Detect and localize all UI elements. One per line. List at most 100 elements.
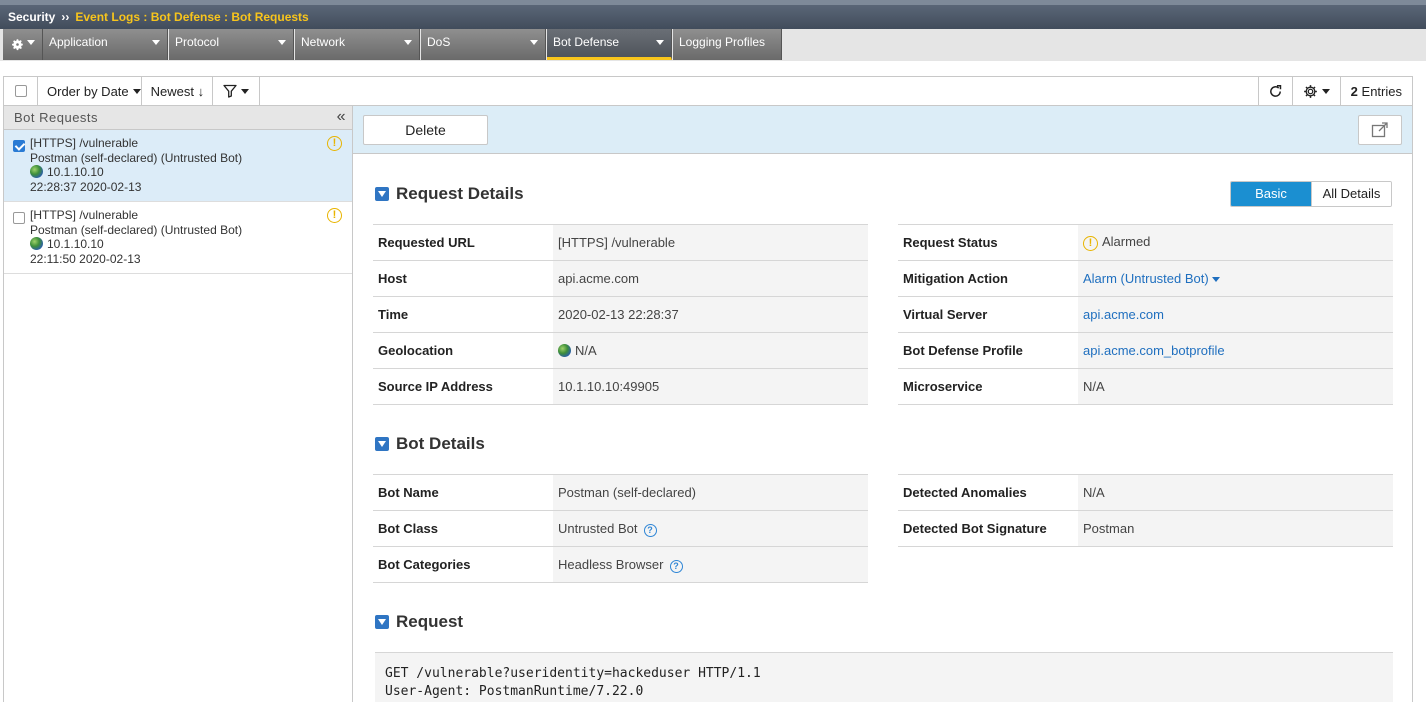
bot-defense-profile-link[interactable]: api.acme.com_botprofile: [1083, 343, 1225, 358]
help-icon[interactable]: ?: [669, 559, 683, 573]
bot-details-header[interactable]: Bot Details: [375, 434, 485, 454]
request-ip-row: 10.1.10.10: [30, 165, 352, 180]
breadcrumb-separator: ››: [61, 10, 70, 24]
settings-menu-button[interactable]: [1293, 77, 1341, 105]
field-label: Requested URL: [373, 224, 553, 261]
table-row: Time 2020-02-13 22:28:37: [373, 296, 868, 333]
field-label: Detected Anomalies: [898, 474, 1078, 511]
request-details-header[interactable]: Request Details: [375, 184, 524, 204]
basic-toggle-button[interactable]: Basic: [1231, 182, 1311, 206]
request-ip: 10.1.10.10: [47, 165, 104, 179]
tab-gear-menu[interactable]: [3, 29, 43, 60]
list-item[interactable]: ! [HTTPS] /vulnerable Postman (self-decl…: [4, 202, 352, 274]
table-row: Request Status! Alarmed: [898, 224, 1393, 261]
tab-application[interactable]: Application: [43, 29, 168, 60]
filter-icon: [223, 84, 237, 98]
chevron-down-icon: [530, 40, 538, 45]
table-row: Mitigation Action Alarm (Untrusted Bot): [898, 260, 1393, 297]
warning-icon: !: [1083, 236, 1098, 251]
field-label: Bot Categories: [373, 546, 553, 583]
field-label: Mitigation Action: [898, 260, 1078, 297]
raw-request-line: User-Agent: PostmanRuntime/7.22.0: [385, 684, 644, 699]
bot-details-table-right: Detected Anomalies N/A Detected Bot Signa…: [898, 474, 1393, 547]
collapse-triangle-icon: [375, 437, 389, 451]
collapse-panel-icon[interactable]: «: [337, 108, 346, 126]
mitigation-action-dropdown[interactable]: Alarm (Untrusted Bot): [1083, 271, 1220, 286]
field-label: Time: [373, 296, 553, 333]
request-time: 22:11:50 2020-02-13: [30, 251, 141, 266]
open-in-new-window-button[interactable]: [1358, 115, 1402, 145]
chevron-down-icon: [404, 40, 412, 45]
breadcrumb-path: Event Logs : Bot Defense : Bot Requests: [75, 10, 309, 24]
refresh-icon: [1269, 84, 1281, 97]
raw-request-line: GET /vulnerable?useridentity=hackeduser …: [385, 666, 761, 681]
request-detail-panel: Delete Request Details Basic All Details…: [353, 106, 1413, 702]
detail-action-bar: Delete: [353, 106, 1412, 154]
field-value: api.acme.com: [553, 260, 868, 297]
breadcrumb: Security ›› Event Logs : Bot Defense : B…: [0, 0, 1426, 29]
field-value: Alarm (Untrusted Bot): [1078, 260, 1393, 297]
field-value: [HTTPS] /vulnerable: [553, 224, 868, 261]
requested-url-value: [HTTPS] /vulnerable: [558, 235, 676, 250]
sort-direction-label: Newest ↓: [150, 83, 205, 99]
table-row: Host api.acme.com: [373, 260, 868, 297]
sort-direction-button[interactable]: Newest ↓: [142, 77, 214, 105]
field-value: N/A: [553, 332, 868, 369]
order-by-dropdown[interactable]: Order by Date: [38, 77, 142, 105]
field-value: N/A: [1078, 474, 1393, 511]
select-all-cell: [4, 77, 38, 105]
field-label: Bot Class: [373, 510, 553, 547]
virtual-server-link[interactable]: api.acme.com: [1083, 307, 1164, 322]
list-panel-title: Bot Requests: [14, 110, 99, 125]
microservice-value: N/A: [1083, 379, 1105, 394]
field-value: api.acme.com: [1078, 296, 1393, 333]
request-header[interactable]: Request: [375, 612, 463, 632]
time-value: 2020-02-13 22:28:37: [558, 307, 679, 322]
request-bot: Postman (self-declared) (Untrusted Bot): [30, 222, 243, 237]
list-item[interactable]: ! [HTTPS] /vulnerable Postman (self-decl…: [4, 130, 352, 202]
table-row: Geolocation N/A: [373, 332, 868, 369]
field-label: Virtual Server: [898, 296, 1078, 333]
field-label: Microservice: [898, 368, 1078, 405]
tab-network[interactable]: Network: [295, 29, 420, 60]
field-value: 10.1.10.10:49905: [553, 368, 868, 405]
tab-logging-profiles[interactable]: Logging Profiles: [673, 29, 782, 60]
field-value: api.acme.com_botprofile: [1078, 332, 1393, 369]
table-row: Detected Bot Signature Postman: [898, 510, 1393, 547]
field-label: Detected Bot Signature: [898, 510, 1078, 547]
tab-label: Bot Defense: [553, 35, 620, 49]
tab-label: Application: [49, 35, 108, 49]
refresh-button[interactable]: [1259, 77, 1293, 105]
table-row: Bot Defense Profile api.acme.com_botprofi…: [898, 332, 1393, 369]
mitigation-action-value: Alarm (Untrusted Bot): [1083, 271, 1209, 286]
select-all-checkbox[interactable]: [14, 85, 27, 97]
tab-bar: Application Protocol Network DoS Bot Def…: [0, 29, 1426, 61]
detail-level-toggle: Basic All Details: [1230, 181, 1392, 207]
collapse-triangle-icon: [375, 187, 389, 201]
table-row: Bot Class Untrusted Bot?: [373, 510, 868, 547]
filter-button[interactable]: [213, 77, 261, 105]
globe-icon: [558, 344, 571, 357]
list-toolbar: Order by Date Newest ↓ 2 Entries: [3, 76, 1413, 106]
help-icon[interactable]: ?: [643, 523, 657, 537]
breadcrumb-root[interactable]: Security: [8, 10, 55, 24]
tab-label: DoS: [427, 35, 451, 49]
tab-bot-defense[interactable]: Bot Defense: [547, 29, 672, 60]
all-details-toggle-button[interactable]: All Details: [1311, 182, 1391, 206]
field-value: N/A: [1078, 368, 1393, 405]
request-ip-row: 10.1.10.10: [30, 237, 352, 252]
tab-protocol[interactable]: Protocol: [169, 29, 294, 60]
delete-button[interactable]: Delete: [363, 115, 488, 145]
tab-dos[interactable]: DoS: [421, 29, 546, 60]
section-title: Request: [396, 612, 464, 631]
row-checkbox[interactable]: [13, 140, 25, 152]
chevron-down-icon: [278, 40, 286, 45]
table-row: Virtual Server api.acme.com: [898, 296, 1393, 333]
row-checkbox[interactable]: [13, 212, 25, 224]
request-time: 22:28:37 2020-02-13: [30, 179, 142, 194]
tab-label: Network: [301, 35, 346, 49]
host-value: api.acme.com: [558, 271, 639, 286]
order-by-label: Order by Date: [47, 83, 129, 99]
request-status-value: Alarmed: [1102, 234, 1151, 249]
bot-name-value: Postman (self-declared): [558, 485, 696, 500]
